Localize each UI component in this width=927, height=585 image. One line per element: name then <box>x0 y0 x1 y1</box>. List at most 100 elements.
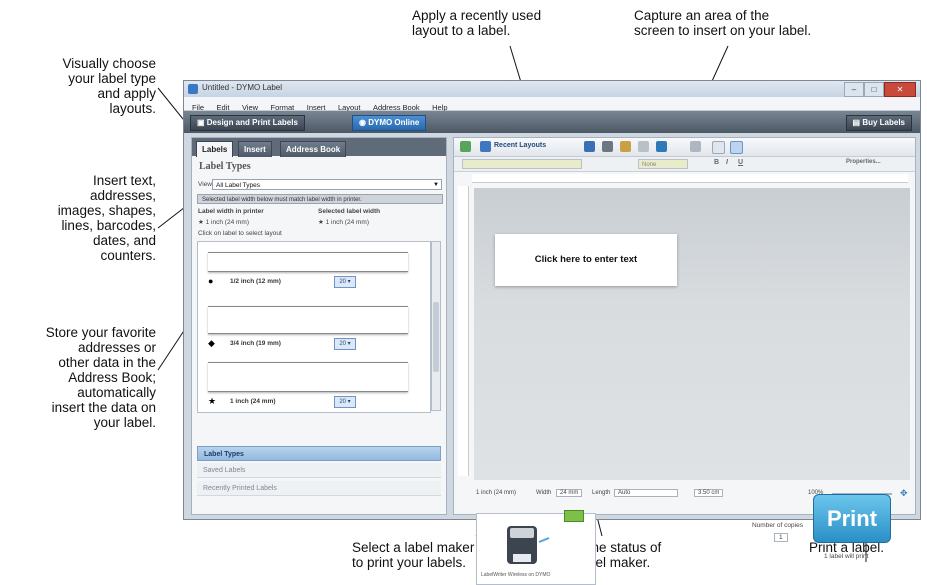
minimize-icon[interactable]: – <box>844 82 864 97</box>
label-list-scrollbar[interactable] <box>431 241 441 411</box>
rotate-icon[interactable] <box>730 141 743 154</box>
printer-status-icon[interactable] <box>564 510 584 522</box>
print-button[interactable]: Print <box>813 494 891 543</box>
italic-button[interactable]: I <box>726 159 728 166</box>
label-size: 1/2 inch (12 mm) <box>230 278 281 285</box>
width-printer-label: Label width in printer <box>198 208 264 215</box>
label-item-half-inch[interactable]: ● 1/2 inch (12 mm) 20 ▾ <box>202 250 427 302</box>
label-list: ● 1/2 inch (12 mm) 20 ▾ ◆ 3/4 inch (19 m… <box>197 241 431 413</box>
tab-buy-labels-label: Buy Labels <box>862 118 905 127</box>
tab-dymo-online-label: DYMO Online <box>368 118 420 127</box>
width-label: Width <box>536 490 552 496</box>
printer-icon: ▣ <box>197 118 207 127</box>
circle-icon: ● <box>208 276 214 286</box>
selected-width-value: ★ 1 inch (24 mm) <box>318 219 369 226</box>
window-title: Untitled - DYMO Label <box>202 83 283 92</box>
title-bar: Untitled - DYMO Label – □ ✕ <box>184 81 920 97</box>
annotation-capture: Capture an area of the screen to insert … <box>634 8 812 38</box>
menu-bar: File Edit View Format Insert Layout Addr… <box>184 97 920 112</box>
click-hint: Click on label to select layout <box>198 230 282 237</box>
style-select[interactable]: None <box>638 159 688 169</box>
copies-label: Number of copies <box>752 522 803 529</box>
accordion-recently-printed[interactable]: Recently Printed Labels <box>197 481 441 496</box>
accordion-saved-labels[interactable]: Saved Labels <box>197 463 441 478</box>
width-printer-text: 1 inch (24 mm) <box>205 219 249 226</box>
length-select[interactable]: Auto <box>614 489 678 497</box>
app-window: Untitled - DYMO Label – □ ✕ File Edit Vi… <box>183 80 921 585</box>
width-printer-value: ★ 1 inch (24 mm) <box>198 219 249 226</box>
horizontal-ruler <box>472 174 908 183</box>
font-select[interactable] <box>462 159 582 169</box>
cart-icon: ▤ <box>852 118 863 127</box>
printer-name: LabelWriter Wireless on DYMO <box>481 572 551 578</box>
app-icon <box>188 84 198 94</box>
maximize-icon[interactable]: □ <box>864 82 884 97</box>
ribbon: ▣ Design and Print Labels ◉ DYMO Online … <box>184 111 920 133</box>
label-item-three-quarter-inch[interactable]: ◆ 3/4 inch (19 mm) 20 ▾ <box>202 304 427 356</box>
close-icon[interactable]: ✕ <box>884 82 916 97</box>
tab-design-print-label: Design and Print Labels <box>206 118 298 127</box>
label-tape-preview <box>208 362 408 392</box>
label-maker-icon <box>507 526 550 564</box>
tab-dymo-online[interactable]: ◉ DYMO Online <box>352 115 427 131</box>
annotation-choose-layout: Visually choose your label type and appl… <box>62 56 156 116</box>
undo-icon[interactable] <box>638 141 649 152</box>
vertical-ruler <box>458 186 469 476</box>
width-select[interactable]: 24 mm <box>556 489 583 497</box>
chevron-down-icon: ▼ <box>433 182 439 188</box>
bold-button[interactable]: B <box>714 159 719 166</box>
tab-address-book[interactable]: Address Book <box>280 141 347 157</box>
back-arrow-icon[interactable] <box>460 141 471 152</box>
labels-will-print: 1 label will print <box>824 553 869 560</box>
editor-toolbar: Recent Layouts <box>454 138 915 157</box>
annotation-recent-layout: Apply a recently used layout to a label. <box>412 8 542 38</box>
scrollbar-thumb[interactable] <box>433 302 439 372</box>
right-panel: Recent Layouts None B I U Properties... … <box>453 137 916 585</box>
length-label: Length <box>592 490 611 496</box>
format-toolbar: None B I U Properties... <box>454 157 915 172</box>
diamond-icon: ◆ <box>208 338 215 348</box>
recent-layouts-button[interactable]: Recent Layouts <box>494 142 546 149</box>
align-icon[interactable] <box>712 141 725 154</box>
length-value-field[interactable]: 3.50 cm <box>694 489 724 497</box>
left-panel: Labels Insert Address Book Label Types V… <box>191 137 447 515</box>
label-type-select[interactable]: All Label Types ▼ <box>212 179 442 190</box>
label-canvas[interactable]: Click here to enter text <box>474 188 910 480</box>
copies-input[interactable]: 1 <box>774 533 788 542</box>
annotation-address-book: Store your favorite addresses or other d… <box>45 325 156 430</box>
label-tape-preview <box>208 252 408 272</box>
label-size-readout: 1 inch (24 mm) <box>476 490 517 496</box>
label-types-heading: Label Types <box>199 161 251 172</box>
label-type-select-value: All Label Types <box>216 182 260 189</box>
properties-button[interactable]: Properties... <box>846 159 881 165</box>
star-icon: ★ <box>208 396 217 406</box>
tab-buy-labels[interactable]: ▤ Buy Labels <box>845 115 912 131</box>
screen-capture-icon[interactable] <box>656 141 667 152</box>
tab-insert[interactable]: Insert <box>238 141 272 157</box>
label-count-dropdown[interactable]: 20 ▾ <box>334 396 356 408</box>
print-icon[interactable] <box>602 141 613 152</box>
barcode-icon[interactable] <box>690 141 701 152</box>
label-size: 1 inch (24 mm) <box>230 398 276 405</box>
paste-icon[interactable] <box>620 141 631 152</box>
tab-labels[interactable]: Labels <box>196 141 234 157</box>
layouts-icon[interactable] <box>480 141 491 152</box>
label-item-one-inch[interactable]: ★ 1 inch (24 mm) 20 ▾ <box>202 360 427 412</box>
label-count-dropdown[interactable]: 20 ▾ <box>334 338 356 350</box>
label-tape-preview <box>208 306 408 334</box>
annotation-insert: Insert text, addresses, images, shapes, … <box>57 173 156 263</box>
label-maker-selector[interactable]: LabelWriter Wireless on DYMO <box>476 513 596 585</box>
underline-button[interactable]: U <box>738 159 743 166</box>
zoom-fit-icon[interactable]: ✥ <box>900 488 908 499</box>
selected-width-label: Selected label width <box>318 208 381 215</box>
width-info-bar: Selected label width below must match la… <box>197 194 443 204</box>
left-tabs: Labels Insert Address Book <box>192 138 446 157</box>
label-count-dropdown[interactable]: 20 ▾ <box>334 276 356 288</box>
save-icon[interactable] <box>584 141 595 152</box>
label-text-area[interactable]: Click here to enter text <box>495 234 677 286</box>
label-size: 3/4 inch (19 mm) <box>230 340 281 347</box>
tab-design-print[interactable]: ▣ Design and Print Labels <box>190 115 305 131</box>
selected-width-text: 1 inch (24 mm) <box>325 219 369 226</box>
globe-icon: ◉ <box>359 118 369 127</box>
accordion-label-types[interactable]: Label Types <box>197 446 441 461</box>
